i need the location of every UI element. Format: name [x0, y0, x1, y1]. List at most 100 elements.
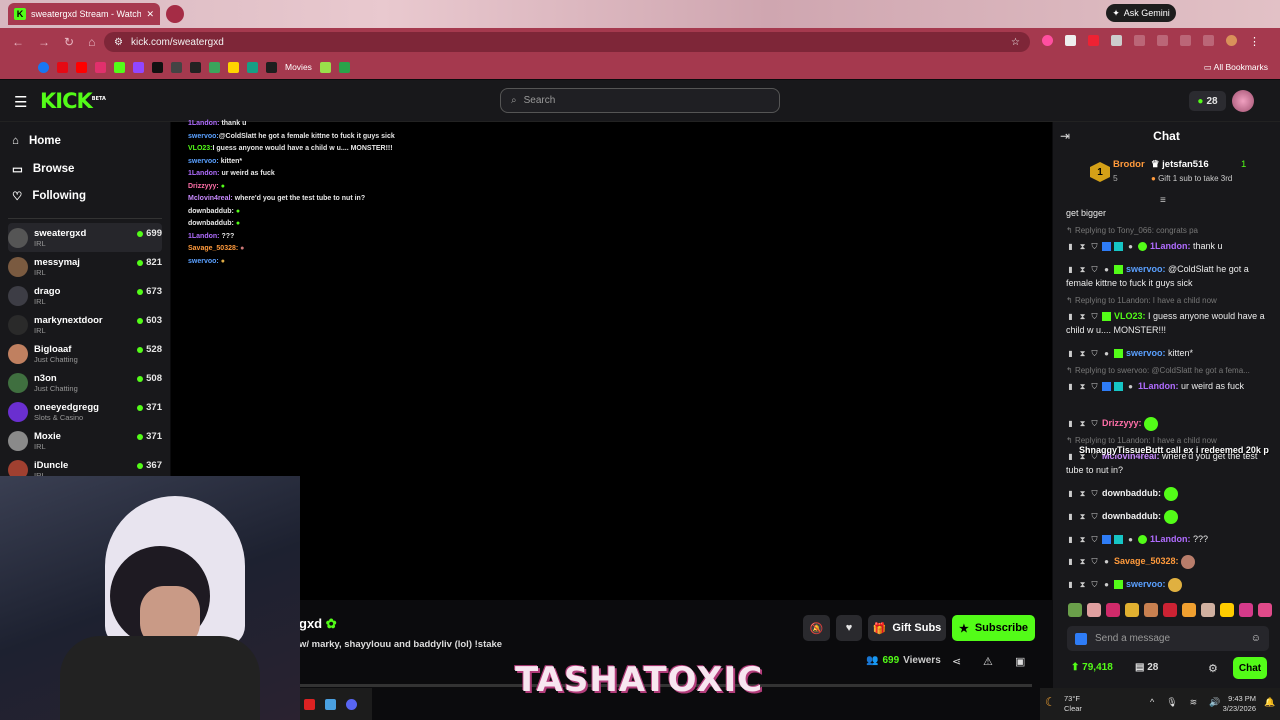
- bookmark-icon[interactable]: [338, 61, 350, 73]
- reply-context: ↰ Replying to 1Landon: I have a child no…: [1066, 296, 1217, 305]
- ask-gemini-button[interactable]: ✦ Ask Gemini: [1106, 4, 1176, 22]
- extension-icon[interactable]: [1065, 35, 1076, 46]
- kick-icon[interactable]: [114, 61, 125, 73]
- follow-heart-button[interactable]: ♥: [836, 615, 862, 641]
- bookmark-movies[interactable]: Movies: [285, 62, 312, 72]
- bookmark-icon[interactable]: [319, 61, 331, 73]
- emoji-icon[interactable]: ☺: [1251, 633, 1261, 644]
- extension-icon[interactable]: [1111, 35, 1122, 46]
- home-icon[interactable]: ⌂: [88, 35, 95, 49]
- new-tab-button[interactable]: [166, 5, 184, 23]
- profile-icon[interactable]: [1226, 35, 1237, 46]
- emote-icon: [1163, 486, 1178, 501]
- close-tab-icon[interactable]: ✕: [146, 9, 154, 20]
- bookmark-icon[interactable]: [228, 61, 239, 73]
- netflix-icon[interactable]: [57, 61, 68, 73]
- channel-category: IRL: [34, 296, 46, 306]
- extension-icon[interactable]: [1042, 35, 1053, 46]
- x-icon[interactable]: [152, 61, 163, 73]
- bookmark-star-icon[interactable]: ☆: [1011, 37, 1020, 48]
- tray-icons: ^ 🎙 ≋ 🔊: [1150, 697, 1220, 708]
- notification-bell-icon[interactable]: 🔔: [1264, 697, 1275, 708]
- youtube-icon[interactable]: [76, 61, 87, 73]
- nav-browse[interactable]: ▭ Browse: [12, 162, 74, 176]
- nav-following[interactable]: ♡ Following: [12, 189, 86, 203]
- forward-icon[interactable]: →: [38, 35, 50, 49]
- all-bookmarks[interactable]: ▭ All Bookmarks: [1204, 62, 1268, 73]
- chat-settings-icon[interactable]: ⚙: [1208, 662, 1218, 675]
- app-icon[interactable]: [304, 698, 315, 710]
- channel-item[interactable]: markynextdoor IRL 603: [8, 310, 162, 339]
- nav-home[interactable]: ⌂ Home: [12, 135, 61, 147]
- url-field[interactable]: ⚙ kick.com/sweatergxd ☆: [104, 32, 1030, 52]
- gift-icon: ●: [1151, 174, 1159, 183]
- folder-icon: ▭: [1203, 61, 1214, 72]
- streamer-name[interactable]: gxd ✿: [299, 616, 337, 632]
- wifi-icon[interactable]: ≋: [1190, 697, 1198, 708]
- channel-item[interactable]: drago IRL 673: [8, 281, 162, 310]
- emote-icon[interactable]: [1220, 603, 1234, 617]
- emote-icon[interactable]: [1144, 603, 1158, 617]
- kick-logo[interactable]: KICKBETA: [40, 89, 106, 113]
- home-icon: ⌂: [12, 135, 19, 147]
- extension-icon[interactable]: [1203, 35, 1214, 46]
- gift-subs-button[interactable]: 🎁 Gift Subs: [868, 615, 946, 641]
- bookmark-icon[interactable]: [247, 61, 258, 73]
- site-info-icon[interactable]: ⚙: [114, 37, 123, 48]
- bookmark-icon[interactable]: [171, 61, 182, 73]
- send-chat-button[interactable]: Chat: [1233, 657, 1267, 679]
- share-icon[interactable]: ⋖: [952, 655, 961, 668]
- emote-icon[interactable]: [1163, 603, 1177, 617]
- hamburger-menu-icon[interactable]: ☰: [14, 93, 27, 111]
- mic-icon[interactable]: 🎙: [1166, 697, 1177, 708]
- back-icon[interactable]: ←: [12, 35, 24, 49]
- points-balance[interactable]: ⬆ 79,418: [1071, 662, 1113, 673]
- notification-bell-button[interactable]: 🔕: [803, 615, 830, 641]
- overlay-message: downbaddub: ●: [188, 220, 241, 227]
- expand-leaderboard-icon[interactable]: ≡: [1160, 195, 1166, 206]
- clock[interactable]: 9:43 PM 3/23/2026: [1222, 694, 1256, 714]
- twitch-icon[interactable]: [133, 61, 144, 73]
- extension-icon[interactable]: [1134, 35, 1145, 46]
- extension-icon[interactable]: [1180, 35, 1191, 46]
- report-icon[interactable]: ⚠: [983, 655, 993, 668]
- emote-icon[interactable]: [1182, 603, 1196, 617]
- channel-item[interactable]: sweatergxd IRL 699: [8, 223, 162, 252]
- menu-dots-icon[interactable]: ⋮: [1249, 35, 1260, 48]
- channel-item[interactable]: Bigloaaf Just Chatting 528: [8, 339, 162, 368]
- extension-icon[interactable]: [1088, 35, 1099, 46]
- channel-item[interactable]: oneeyedgregg Slots & Casino 371: [8, 397, 162, 426]
- emote-icon[interactable]: [1239, 603, 1253, 617]
- chat-input[interactable]: Send a message ☺: [1067, 626, 1269, 651]
- leaderboard-second[interactable]: ♛ jetsfan516: [1151, 159, 1209, 170]
- kick-coins-badge[interactable]: ● 28: [1189, 91, 1226, 111]
- volume-icon[interactable]: 🔊: [1209, 697, 1220, 708]
- browse-icon: ▭: [12, 164, 23, 176]
- chat-message: ▮ ⧗ ⛉ downbaddub:: [1066, 509, 1274, 524]
- emote-icon[interactable]: [1068, 603, 1082, 617]
- user-avatar[interactable]: [1232, 90, 1254, 112]
- bookmark-icon[interactable]: [209, 61, 220, 73]
- weather-widget[interactable]: 73°F Clear: [1064, 694, 1082, 714]
- emote-icon[interactable]: [1258, 603, 1272, 617]
- emote-icon[interactable]: [1201, 603, 1215, 617]
- notepad-icon[interactable]: [325, 698, 336, 710]
- emote-icon[interactable]: [1106, 603, 1120, 617]
- bookmark-icon[interactable]: [190, 61, 201, 73]
- instagram-icon[interactable]: [95, 61, 106, 73]
- discord-icon[interactable]: [346, 698, 357, 710]
- reload-icon[interactable]: ↻: [64, 35, 74, 49]
- chevron-up-icon[interactable]: ^: [1150, 697, 1154, 708]
- clip-icon[interactable]: ▣: [1015, 655, 1025, 668]
- facebook-icon[interactable]: [38, 61, 49, 73]
- channel-item[interactable]: Moxie IRL 371: [8, 426, 162, 455]
- channel-item[interactable]: n3on Just Chatting 508: [8, 368, 162, 397]
- search-input[interactable]: ⌕ Search: [500, 88, 780, 113]
- leaderboard-first[interactable]: Brodor: [1113, 159, 1145, 170]
- subscribe-button[interactable]: ★ Subscribe: [952, 615, 1035, 641]
- browser-tab[interactable]: K sweatergxd Stream - Watch Liv ✕: [8, 3, 160, 25]
- channel-item[interactable]: messymaj IRL 821: [8, 252, 162, 281]
- emote-icon[interactable]: [1087, 603, 1101, 617]
- emote-icon[interactable]: [1125, 603, 1139, 617]
- extension-icon[interactable]: [1157, 35, 1168, 46]
